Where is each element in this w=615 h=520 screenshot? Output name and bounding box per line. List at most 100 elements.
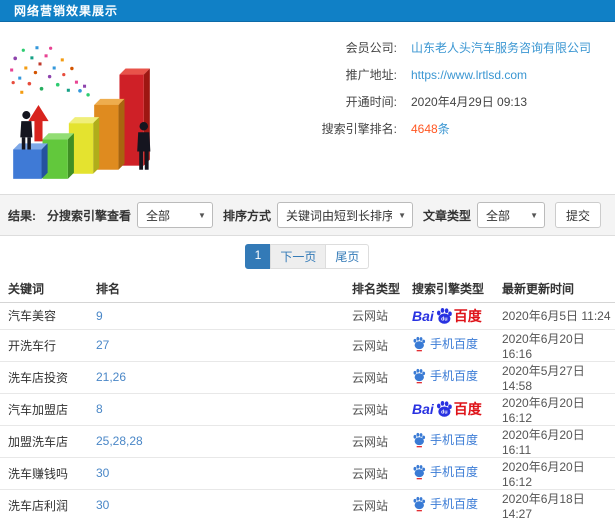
engine-filter-value: 全部 (145, 208, 170, 223)
time-cell: 2020年6月20日 16:16 (498, 329, 615, 362)
rank-count-suffix: 条 (437, 122, 450, 136)
rank-type-cell: 云网站 (346, 302, 408, 330)
time-text: 2020年5月27日 14:58 (502, 363, 585, 393)
pagination: 1 下一页 尾页 (244, 243, 370, 269)
baidu-cn-text: 百度 (453, 307, 482, 324)
header-engine-type: 搜索引擎类型 (408, 276, 498, 303)
baidu-logo-icon: Bai du 百度 (412, 399, 482, 419)
rank-type-text: 云网站 (352, 402, 389, 417)
baidu-cn-text: 百度 (453, 401, 482, 417)
filter-bar: 结果: 分搜索引擎查看 全部 ▼ 排序方式 关键词由短到长排序 ▼ 文章类型 全… (0, 194, 615, 236)
rank-type-text: 云网站 (352, 370, 389, 385)
mobile-baidu-icon: 手机百度 (412, 367, 478, 384)
mobile-baidu-text: 手机百度 (430, 433, 479, 448)
keyword-cell: 开洗车行 (0, 329, 88, 362)
url-label: 推广地址: (345, 68, 397, 82)
header-update-time: 最新更新时间 (498, 276, 615, 303)
rank-link[interactable]: 30 (96, 466, 109, 480)
marketing-chart-illustration-icon (10, 46, 151, 179)
engine-cell: Bai du 百度 (408, 361, 498, 394)
chevron-down-icon: ▼ (398, 210, 406, 220)
time-text: 2020年6月20日 16:12 (502, 459, 585, 489)
article-type-select[interactable]: 全部 ▼ (477, 202, 545, 228)
table-row: 洗车赚钱吗 30 云网站 Bai du 百度 (0, 457, 615, 490)
rank-cell: 30 (88, 489, 346, 520)
table-header-row: 关键词 排名 排名类型 搜索引擎类型 最新更新时间 (0, 276, 615, 303)
rank-link[interactable]: 27 (96, 338, 109, 352)
company-link[interactable]: 山东老人头汽车服务咨询有限公司 (411, 39, 591, 56)
results-table: 关键词 排名 排名类型 搜索引擎类型 最新更新时间 汽车美容 9 云网站 Bai… (0, 276, 615, 520)
rank-link[interactable]: 8 (96, 402, 103, 416)
sort-filter-label: 排序方式 (222, 208, 271, 223)
table-row: 汽车美容 9 云网站 Bai du 百度 2020年6月5日 11:24 (0, 302, 615, 330)
rank-cell: 8 (88, 393, 346, 426)
submit-button[interactable]: 提交 (555, 202, 601, 228)
baidu-bai-text: Bai (412, 401, 434, 417)
rank-type-cell: 云网站 (346, 393, 408, 426)
info-row-company: 会员公司: 山东老人头汽车服务咨询有限公司 (162, 34, 615, 61)
table-row: 加盟洗车店 25,28,28 云网站 Bai du 百度 (0, 425, 615, 458)
mobile-baidu-text: 手机百度 (430, 497, 479, 512)
mobile-baidu-text: 手机百度 (430, 337, 479, 352)
rank-type-text: 云网站 (352, 338, 389, 353)
next-page-button[interactable]: 下一页 (270, 243, 327, 269)
rank-cell: 25,28,28 (88, 425, 346, 458)
chevron-down-icon: ▼ (198, 210, 206, 220)
mobile-baidu-text: 手机百度 (430, 369, 479, 384)
rank-type-cell: 云网站 (346, 489, 408, 520)
header-bar: 网络营销效果展示 (0, 0, 615, 22)
mobile-paw-icon (413, 464, 426, 480)
promotion-url-link[interactable]: https://www.lrtlsd.com (411, 68, 527, 82)
time-cell: 2020年6月20日 16:12 (498, 457, 615, 490)
keyword-cell: 汽车加盟店 (0, 393, 88, 426)
rank-link[interactable]: 21,26 (96, 370, 126, 384)
sort-filter-value: 关键词由短到长排序 (285, 208, 393, 223)
time-text: 2020年6月20日 16:11 (502, 427, 585, 457)
keyword-text: 洗车店利润 (8, 498, 69, 513)
engine-cell: Bai du 百度 (408, 425, 498, 458)
mobile-paw-icon (413, 432, 426, 448)
chevron-down-icon: ▼ (530, 210, 538, 220)
engine-cell: Bai du 百度 (408, 393, 498, 426)
result-label: 结果: (8, 208, 36, 223)
table-row: 开洗车行 27 云网站 Bai du 百度 (0, 329, 615, 362)
pagination-wrap: 1 下一页 尾页 (0, 236, 615, 276)
rank-type-text: 云网站 (352, 309, 389, 323)
company-label: 会员公司: (345, 41, 397, 55)
sort-filter-select[interactable]: 关键词由短到长排序 ▼ (276, 202, 413, 228)
time-text: 2020年6月5日 11:24 (502, 309, 611, 323)
rank-cell: 30 (88, 457, 346, 490)
engine-cell: Bai du 百度 (408, 302, 498, 330)
mobile-paw-icon (413, 336, 426, 352)
keyword-text: 洗车店投资 (8, 370, 69, 385)
keyword-cell: 洗车店利润 (0, 489, 88, 520)
mobile-baidu-icon: 手机百度 (412, 335, 478, 352)
mobile-baidu-text: 手机百度 (430, 465, 479, 480)
keyword-cell: 汽车美容 (0, 302, 88, 330)
rank-type-text: 云网站 (352, 434, 389, 449)
header-keyword: 关键词 (0, 276, 88, 303)
engine-cell: Bai du 百度 (408, 329, 498, 362)
engine-cell: Bai du 百度 (408, 457, 498, 490)
time-cell: 2020年5月27日 14:58 (498, 361, 615, 394)
mobile-baidu-icon: 手机百度 (412, 431, 478, 448)
rank-link[interactable]: 30 (96, 498, 109, 512)
mobile-baidu-icon: 手机百度 (412, 495, 478, 512)
keyword-text: 开洗车行 (8, 338, 57, 353)
time-cell: 2020年6月20日 16:12 (498, 393, 615, 426)
keyword-text: 汽车加盟店 (8, 402, 69, 417)
page-button-1[interactable]: 1 (244, 243, 272, 269)
rank-type-text: 云网站 (352, 466, 389, 481)
rank-link[interactable]: 9 (96, 309, 103, 323)
rank-link[interactable]: 25,28,28 (96, 434, 143, 448)
keyword-cell: 洗车赚钱吗 (0, 457, 88, 490)
baidu-bai-text: Bai (412, 307, 434, 324)
engine-filter-select[interactable]: 全部 ▼ (136, 202, 213, 228)
rank-count-number: 4648 (411, 122, 438, 136)
baidu-logo-icon: Bai du 百度 (412, 306, 482, 326)
keyword-cell: 洗车店投资 (0, 361, 88, 394)
baidu-du-text: du (441, 410, 447, 416)
article-type-value: 全部 (486, 208, 511, 223)
last-page-button[interactable]: 尾页 (325, 243, 370, 269)
engine-cell: Bai du 百度 (408, 489, 498, 520)
